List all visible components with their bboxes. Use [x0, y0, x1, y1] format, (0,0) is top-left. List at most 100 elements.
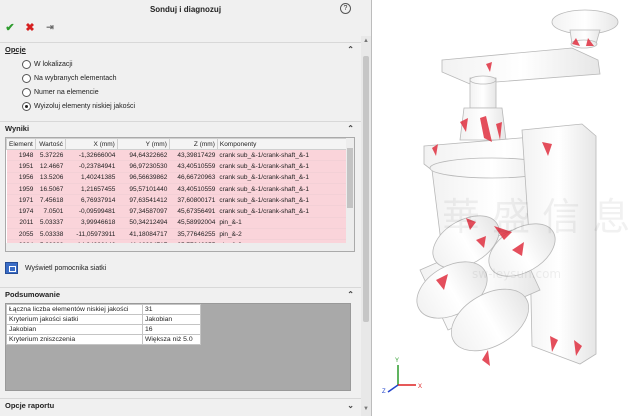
results-cell: crank sub_&-1/crank-shaft_&-1: [217, 149, 348, 162]
results-cell: 1,40241385: [65, 172, 118, 184]
scroll-up-icon[interactable]: ▲: [362, 38, 370, 46]
results-cell: 35,77646255: [169, 228, 218, 241]
results-row[interactable]: 2011 5.03337 3,99946618 50,34212494 45,58992…: [6, 217, 348, 230]
results-cell: 96,97230530: [117, 160, 170, 173]
summary-section-header[interactable]: Podsumowanie ⌃: [0, 287, 362, 301]
results-row[interactable]: 1959 16.5067 1,21657455 95,57101440 43,40510…: [6, 183, 348, 196]
summary-value: Większa niż 5.0: [142, 334, 201, 345]
results-cell: 6,76937914: [65, 194, 118, 207]
results-cell: -0,09599481: [65, 205, 118, 218]
results-table[interactable]: Element Wartość X (mm) Y (mm) Z (mm) Kom…: [5, 137, 355, 252]
radio-label: Wyizoluj elementy niskiej jakości: [34, 103, 136, 110]
results-row[interactable]: 1956 13.5206 1,40241385 96,56639862 46,66720…: [6, 172, 348, 184]
scroll-thumb[interactable]: [347, 148, 353, 208]
mesh-wizard-row[interactable]: Wyświetl pomocnika siatki: [5, 262, 106, 274]
axis-triad: Y X Z: [382, 358, 422, 395]
results-cell: -1,32666004: [65, 149, 118, 162]
summary-table: Łączna liczba elementów niskiej jakości 3…: [5, 303, 351, 391]
axis-x-label: X: [418, 384, 422, 390]
axis-z-label: Z: [382, 389, 386, 395]
results-cell: 1,21657455: [65, 183, 118, 196]
summary-row: Kryterium jakości siatki Jakobian: [6, 314, 201, 325]
results-cell: 43,39817429: [169, 149, 218, 162]
help-icon[interactable]: ?: [340, 3, 351, 14]
col-x[interactable]: X (mm): [64, 138, 118, 150]
results-cell: 37,60800171: [169, 194, 218, 207]
radio-isolate-low-quality[interactable]: Wyizoluj elementy niskiej jakości: [22, 101, 135, 112]
radio-at-location[interactable]: W lokalizacji: [22, 59, 73, 70]
table-vertical-scrollbar[interactable]: [346, 138, 354, 251]
results-cell: 94,64322662: [117, 149, 170, 162]
radio-label: Na wybranych elementach: [34, 75, 117, 82]
col-value[interactable]: Wartość: [34, 138, 66, 150]
results-cell: 12.4667: [35, 160, 66, 173]
results-cell: 97,63541412: [117, 194, 170, 207]
watermark: 華 盛 信 息: [442, 195, 630, 239]
radio-number-on-element[interactable]: Numer na elemencie: [22, 87, 99, 98]
collapse-chevron-icon[interactable]: ⌃: [347, 43, 354, 57]
results-heading: Wyniki: [5, 124, 30, 133]
table-horizontal-scrollbar[interactable]: [6, 243, 347, 251]
results-cell: crank sub_&-1/crank-shaft_&-1: [217, 172, 348, 184]
radio-on-selected[interactable]: Na wybranych elementach: [22, 73, 117, 84]
scroll-thumb[interactable]: [363, 56, 369, 322]
results-cell: 43,40510559: [169, 183, 218, 196]
radio-button[interactable]: [22, 88, 31, 97]
results-row[interactable]: 2055 5.03338 -11,05973911 41,18084717 35,776…: [6, 228, 348, 241]
radio-button[interactable]: [22, 74, 31, 83]
col-y[interactable]: Y (mm): [116, 138, 170, 150]
summary-heading: Podsumowanie: [5, 290, 61, 299]
results-cell: crank sub_&-1/crank-shaft_&-1: [217, 160, 348, 173]
summary-value: Jakobian: [142, 314, 201, 325]
summary-key: Łączna liczba elementów niskiej jakości: [6, 304, 143, 315]
report-options-section-header[interactable]: Opcje raportu ⌄: [0, 398, 362, 412]
results-cell: 7.0501: [35, 205, 66, 218]
results-header-row: Element Wartość X (mm) Y (mm) Z (mm) Kom…: [6, 138, 349, 150]
panel-title: Sonduj i diagnozuj: [0, 0, 371, 18]
radio-label: W lokalizacji: [34, 61, 73, 68]
col-element[interactable]: Element: [6, 138, 36, 150]
summary-value: 31: [142, 304, 201, 315]
graphics-viewport[interactable]: 華 盛 信 息 sw-leysun.com Y X Z: [372, 0, 634, 416]
col-z[interactable]: Z (mm): [168, 138, 218, 150]
results-cell: crank sub_&-1/crank-shaft_&-1: [217, 183, 348, 196]
results-cell: crank sub_&-1/crank-shaft_&-1: [217, 205, 348, 218]
mesh-wizard-label[interactable]: Wyświetl pomocnika siatki: [25, 265, 106, 272]
radio-button[interactable]: [22, 60, 31, 69]
col-components[interactable]: Komponenty: [216, 138, 349, 150]
collapse-chevron-icon[interactable]: ⌃: [347, 122, 354, 136]
results-row[interactable]: 1951 12.4667 -0,23784941 96,97230530 43,4051…: [6, 160, 348, 173]
axis-y-label: Y: [395, 358, 399, 364]
results-cell: 45,67356491: [169, 205, 218, 218]
radio-button-selected[interactable]: [22, 102, 31, 111]
panel-toolbar: ✔ ✖ ⇥: [4, 20, 56, 34]
mesh-wizard-icon[interactable]: [5, 262, 18, 274]
results-cell: pin_&-2: [217, 228, 348, 241]
summary-key: Kryterium jakości siatki: [6, 314, 143, 325]
crankshaft-model: 華 盛 信 息 sw-leysun.com Y X Z: [382, 9, 630, 395]
report-options-heading: Opcje raportu: [5, 401, 55, 410]
scroll-down-icon[interactable]: ▼: [362, 406, 370, 414]
ok-button[interactable]: ✔: [4, 21, 16, 34]
panel-title-text: Sonduj i diagnozuj: [149, 4, 222, 14]
results-cell: crank sub_&-1/crank-shaft_&-1: [217, 194, 348, 207]
results-row[interactable]: 1948 5.37226 -1,32666004 94,64322662 43,3981…: [6, 149, 348, 162]
results-cell: 1959: [6, 183, 36, 196]
panel-vertical-scrollbar[interactable]: ▲ ▼: [361, 36, 371, 416]
results-cell: 1948: [6, 149, 36, 162]
collapse-chevron-icon[interactable]: ⌄: [347, 399, 354, 413]
results-cell: pin_&-1: [217, 217, 348, 230]
summary-row: Kryterium zniszczenia Większa niż 5.0: [6, 334, 201, 345]
results-row[interactable]: 1971 7.45618 6,76937914 97,63541412 37,60800…: [6, 194, 348, 207]
options-section-header[interactable]: Opcje ⌃: [0, 42, 362, 56]
results-cell: 97,34587097: [117, 205, 170, 218]
pin-button[interactable]: ⇥: [44, 22, 56, 33]
collapse-chevron-icon[interactable]: ⌃: [347, 288, 354, 302]
summary-row: Łączna liczba elementów niskiej jakości 3…: [6, 304, 201, 315]
results-cell: 5.03338: [35, 228, 66, 241]
results-cell: 1974: [6, 205, 36, 218]
results-row[interactable]: 1974 7.0501 -0,09599481 97,34587097 45,67356…: [6, 205, 348, 218]
results-section-header[interactable]: Wyniki ⌃: [0, 121, 362, 135]
cancel-button[interactable]: ✖: [24, 21, 36, 34]
results-cell: 5.37226: [35, 149, 66, 162]
